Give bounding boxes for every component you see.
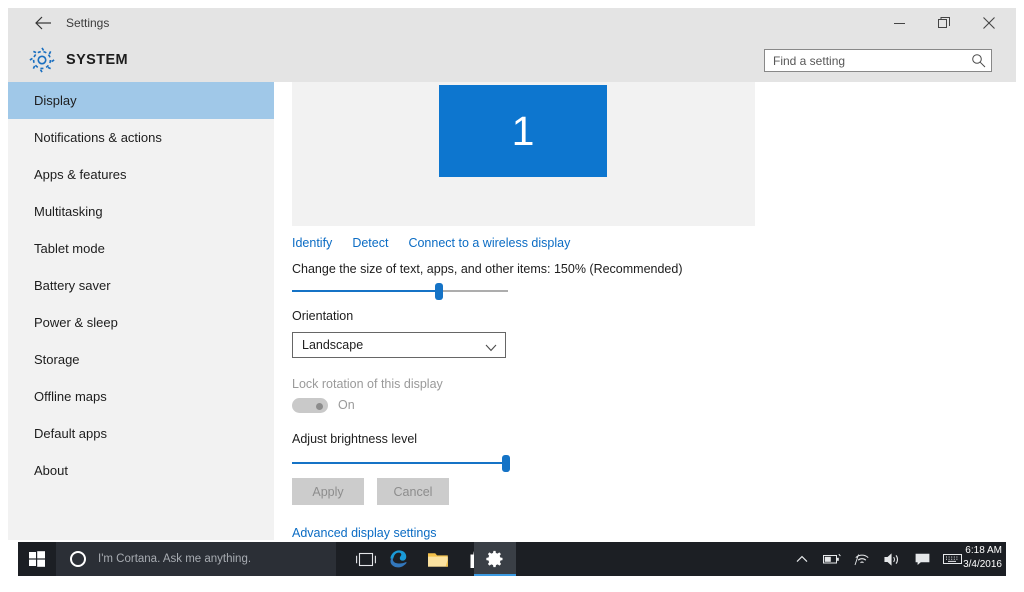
window-title: Settings — [66, 16, 110, 30]
sidebar-item-label: Apps & features — [34, 167, 127, 182]
sidebar-item-tablet-mode[interactable]: Tablet mode — [8, 230, 274, 267]
file-explorer-icon[interactable] — [418, 542, 458, 576]
search-icon[interactable] — [971, 53, 986, 68]
scale-slider-thumb[interactable] — [434, 283, 443, 300]
sidebar-item-notifications-actions[interactable]: Notifications & actions — [8, 119, 274, 156]
taskbar-clock[interactable]: 6:18 AM 3/4/2016 — [946, 544, 1002, 572]
taskbar-strip: I'm Cortana. Ask me anything. 6:18 AM 3/… — [18, 542, 1006, 576]
orientation-value: Landscape — [302, 338, 364, 352]
page-header: SYSTEM — [8, 38, 1016, 82]
sidebar-item-storage[interactable]: Storage — [8, 341, 274, 378]
detect-link[interactable]: Detect — [352, 236, 388, 250]
gear-icon — [28, 46, 56, 74]
minimize-button[interactable] — [879, 8, 919, 38]
taskbar: I'm Cortana. Ask me anything. 6:18 AM 3/… — [0, 540, 1024, 592]
monitor-number-label: 1 — [511, 107, 535, 154]
brightness-slider-fill — [292, 462, 506, 464]
connect-wireless-display-link[interactable]: Connect to a wireless display — [408, 236, 570, 250]
page-title: SYSTEM — [66, 52, 129, 68]
identify-link[interactable]: Identify — [292, 236, 332, 250]
sidebar-item-display[interactable]: Display — [8, 82, 274, 119]
action-center-icon[interactable] — [908, 542, 936, 576]
sidebar-item-label: Storage — [34, 352, 80, 367]
sidebar: Display Notifications & actions Apps & f… — [8, 82, 274, 540]
screen: Settings SYSTEM Find a setting Display N… — [0, 0, 1024, 592]
sidebar-item-battery-saver[interactable]: Battery saver — [8, 267, 274, 304]
toggle-knob — [316, 402, 323, 410]
sidebar-item-label: Battery saver — [34, 278, 111, 293]
cortana-placeholder: I'm Cortana. Ask me anything. — [98, 553, 252, 565]
sidebar-item-label: Power & sleep — [34, 315, 118, 330]
scale-slider[interactable] — [292, 281, 508, 301]
wifi-icon[interactable] — [848, 542, 876, 576]
edge-icon[interactable] — [378, 542, 418, 576]
sidebar-item-label: Offline maps — [34, 389, 107, 404]
back-button[interactable] — [26, 8, 60, 38]
lock-rotation-toggle[interactable] — [292, 398, 328, 413]
search-box[interactable] — [764, 49, 992, 72]
lock-rotation-state: On — [338, 398, 355, 412]
sidebar-item-about[interactable]: About — [8, 452, 274, 489]
sidebar-item-label: About — [34, 463, 68, 478]
sidebar-item-label: Display — [34, 93, 77, 108]
cortana-icon — [70, 551, 86, 567]
clock-date: 3/4/2016 — [963, 559, 1002, 570]
maximize-restore-button[interactable] — [924, 8, 964, 38]
brightness-label: Adjust brightness level — [292, 432, 418, 446]
battery-icon[interactable] — [818, 542, 846, 576]
scale-slider-fill — [292, 290, 439, 292]
sidebar-item-offline-maps[interactable]: Offline maps — [8, 378, 274, 415]
start-button[interactable] — [18, 542, 56, 576]
title-bar: Settings — [8, 8, 1016, 38]
close-button[interactable] — [969, 8, 1009, 38]
sidebar-item-default-apps[interactable]: Default apps — [8, 415, 274, 452]
sidebar-item-apps-features[interactable]: Apps & features — [8, 156, 274, 193]
active-app-indicator — [474, 574, 516, 576]
volume-icon[interactable] — [878, 542, 906, 576]
apply-button[interactable]: Apply — [292, 478, 364, 505]
advanced-display-settings-link[interactable]: Advanced display settings — [292, 526, 437, 540]
brightness-slider-thumb[interactable] — [501, 455, 510, 472]
display-settings-pane: 1 Identify Detect Connect to a wireless di… — [274, 82, 1016, 540]
scale-slider-track — [438, 290, 508, 292]
settings-window: Settings SYSTEM Find a setting Display N… — [8, 8, 1016, 540]
clock-time: 6:18 AM — [965, 545, 1002, 556]
lock-rotation-label: Lock rotation of this display — [292, 377, 443, 391]
brightness-slider[interactable] — [292, 453, 510, 473]
monitor-tile-1[interactable]: 1 — [439, 85, 607, 177]
search-input[interactable] — [765, 50, 967, 71]
sidebar-item-multitasking[interactable]: Multitasking — [8, 193, 274, 230]
settings-icon[interactable] — [474, 542, 516, 576]
chevron-down-icon[interactable] — [485, 340, 497, 352]
sidebar-item-label: Notifications & actions — [34, 130, 162, 145]
cortana-search-box[interactable]: I'm Cortana. Ask me anything. — [56, 542, 336, 576]
sidebar-item-label: Multitasking — [34, 204, 103, 219]
sidebar-item-label: Tablet mode — [34, 241, 105, 256]
cancel-button[interactable]: Cancel — [377, 478, 449, 505]
display-action-links: Identify Detect Connect to a wireless disp… — [292, 236, 570, 250]
monitor-preview-panel[interactable]: 1 — [292, 82, 755, 226]
sidebar-item-power-sleep[interactable]: Power & sleep — [8, 304, 274, 341]
show-hidden-icons-chevron-icon[interactable] — [788, 542, 816, 576]
orientation-label: Orientation — [292, 309, 354, 323]
scale-label: Change the size of text, apps, and other… — [292, 262, 683, 276]
sidebar-item-label: Default apps — [34, 426, 107, 441]
orientation-dropdown[interactable]: Landscape — [292, 332, 506, 358]
